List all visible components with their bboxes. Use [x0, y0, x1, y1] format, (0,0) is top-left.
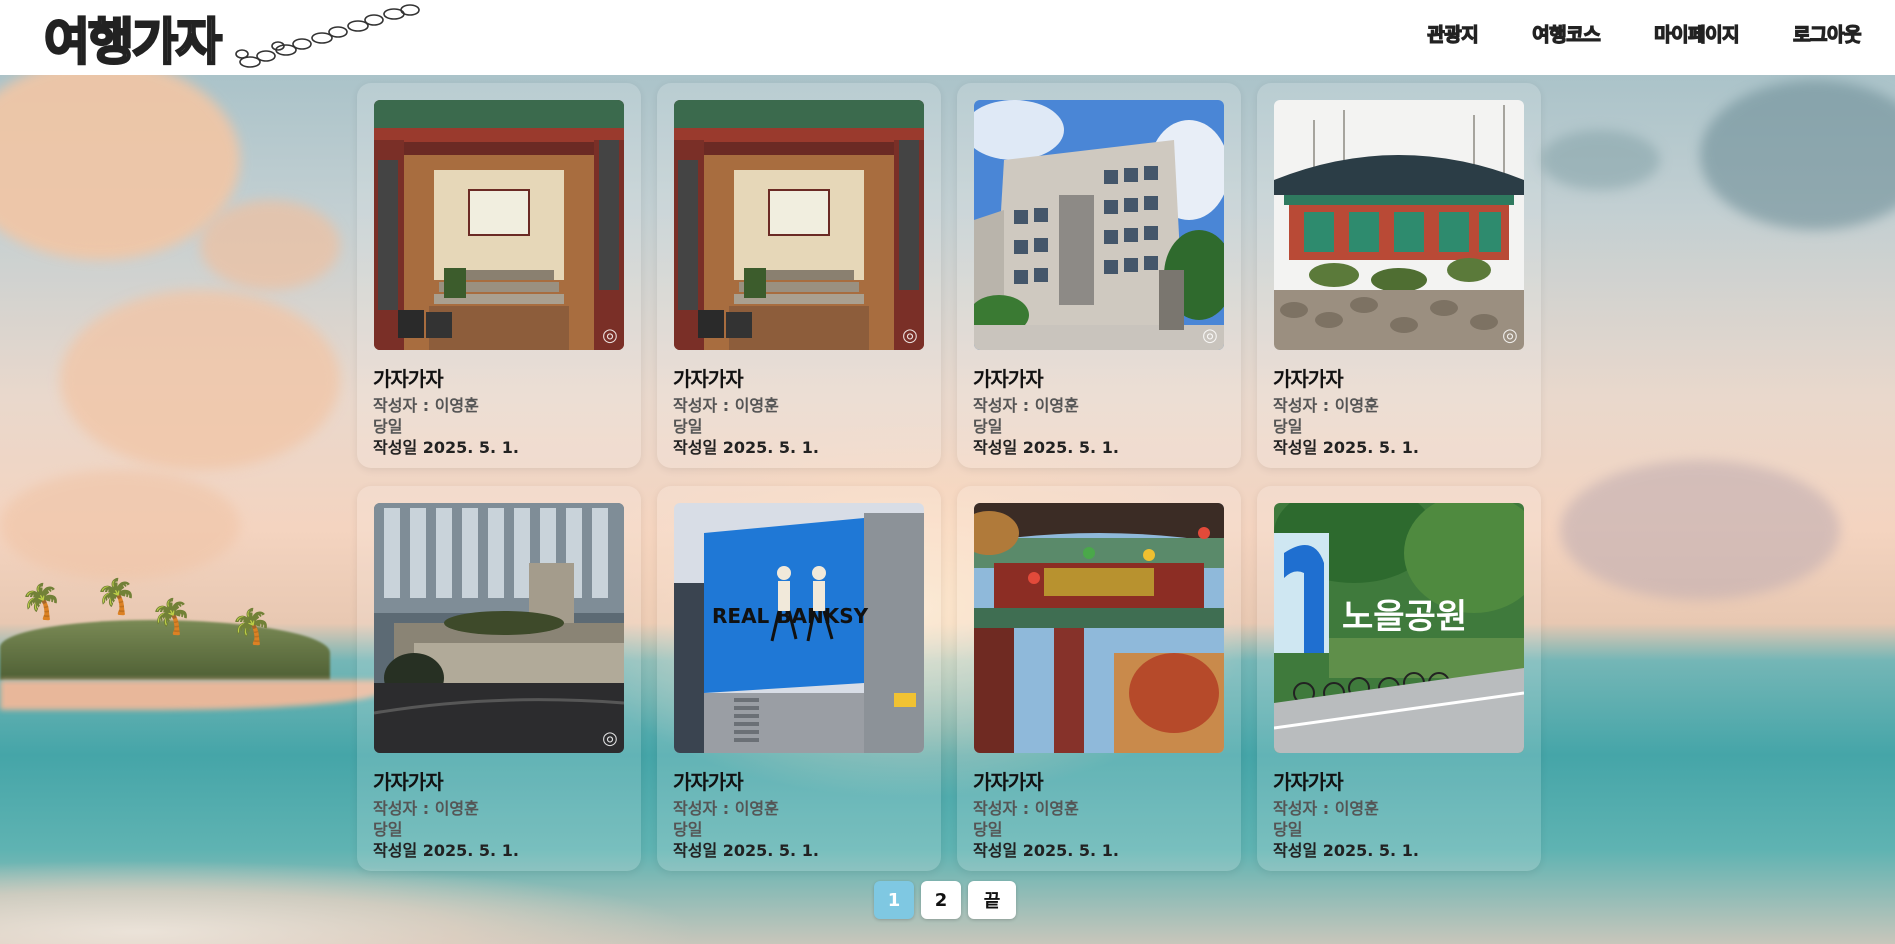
course-card[interactable]: ◎ 가자가자 작성자 : 이영훈 당일 작성일 2025. 5. 1. [657, 83, 941, 468]
page-button-2[interactable]: 2 [921, 881, 961, 919]
card-title: 가자가자 [673, 367, 744, 391]
top-header: 여행가자 관광지 여행코스 마이페이지 로그아웃 [0, 0, 1895, 75]
main-nav: 관광지 여행코스 마이페이지 로그아웃 [1427, 0, 1895, 66]
temple-gate-photo: ◎ [674, 100, 924, 350]
billboard-photo: REAL BANKSY [674, 503, 924, 753]
temple-gate-photo: ◎ [374, 100, 624, 350]
card-title: 가자가자 [973, 770, 1044, 794]
card-date: 작성일 2025. 5. 1. [373, 841, 519, 860]
watermark-icon: ◎ [602, 728, 618, 749]
card-title: 가자가자 [973, 367, 1044, 391]
course-card[interactable]: ◎ 가자가자 작성자 : 이영훈 당일 작성일 2025. 5. 1. [1257, 83, 1541, 468]
page-button-1[interactable]: 1 [874, 881, 914, 919]
card-date: 작성일 2025. 5. 1. [1273, 841, 1419, 860]
card-title: 가자가자 [673, 770, 744, 794]
course-card[interactable]: ◎ 가자가자 작성자 : 이영훈 당일 작성일 2025. 5. 1. [357, 486, 641, 871]
site-logo[interactable]: 여행가자 [43, 2, 434, 73]
watermark-icon: ◎ [1202, 325, 1218, 346]
page-button-last[interactable]: 끝 [968, 881, 1016, 919]
course-card[interactable]: REAL BANKSY 가자가자 작성자 : 이영훈 당일 작성일 2025. … [657, 486, 941, 871]
card-date: 작성일 2025. 5. 1. [673, 841, 819, 860]
card-date: 작성일 2025. 5. 1. [673, 438, 819, 457]
hanok-pavilion-photo: ◎ [1274, 100, 1524, 350]
city-building-photo: ◎ [374, 503, 624, 753]
watermark-icon: ◎ [602, 325, 618, 346]
card-title: 가자가자 [373, 770, 444, 794]
logo-text: 여행가자 [43, 12, 224, 73]
card-date: 작성일 2025. 5. 1. [973, 438, 1119, 457]
course-card[interactable]: ◎ 가자가자 작성자 : 이영훈 당일 작성일 2025. 5. 1. [957, 83, 1241, 468]
card-title: 가자가자 [1273, 367, 1344, 391]
card-date: 작성일 2025. 5. 1. [973, 841, 1119, 860]
nav-mypage[interactable]: 마이페이지 [1654, 20, 1741, 47]
card-date: 작성일 2025. 5. 1. [1273, 438, 1419, 457]
temple-archway-photo [974, 503, 1224, 753]
watermark-icon: ◎ [1502, 325, 1518, 346]
card-date: 작성일 2025. 5. 1. [373, 438, 519, 457]
park-sign-photo: 노을공원 [1274, 503, 1524, 753]
course-card[interactable]: ◎ 가자가자 작성자 : 이영훈 당일 작성일 2025. 5. 1. [357, 83, 641, 468]
footprints-icon [235, 4, 420, 68]
beach-background: 🌴 🌴 🌴 🌴 [0, 0, 1895, 944]
card-title: 가자가자 [1273, 770, 1344, 794]
course-card[interactable]: 가자가자 작성자 : 이영훈 당일 작성일 2025. 5. 1. [957, 486, 1241, 871]
nav-logout[interactable]: 로그아웃 [1792, 20, 1862, 47]
pagination: 1 2 끝 [874, 881, 1016, 919]
park-sign-text: 노을공원 [1342, 597, 1467, 637]
office-building-photo: ◎ [974, 100, 1224, 350]
watermark-icon: ◎ [902, 325, 918, 346]
card-title: 가자가자 [373, 367, 444, 391]
nav-attractions[interactable]: 관광지 [1427, 20, 1480, 47]
nav-travel-course[interactable]: 여행코스 [1532, 20, 1602, 47]
course-card[interactable]: 노을공원 가자가자 작성자 : 이영훈 당일 작성일 2025. 5. 1. [1257, 486, 1541, 871]
